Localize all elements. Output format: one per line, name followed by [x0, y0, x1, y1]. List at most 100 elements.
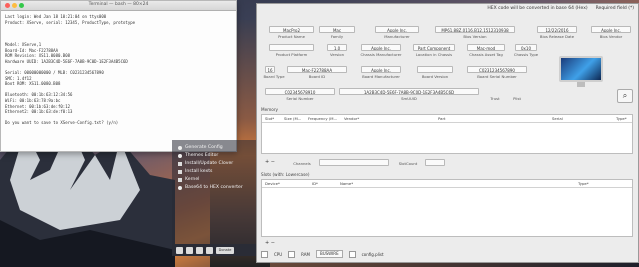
manufacturer-field[interactable]: Apple Inc.: [375, 26, 419, 33]
chassis-asset-label: Chassis Asset Tag: [469, 52, 503, 57]
terminal-line: Do you want to save to XServe-Config.txt…: [5, 120, 119, 126]
magnifier-icon[interactable]: ⌕: [617, 89, 633, 103]
tool-item-kernel[interactable]: Kernel: [178, 177, 199, 182]
smuuid-label: SmUUID: [401, 96, 417, 101]
family-label: Family: [330, 34, 344, 39]
slots-col-id[interactable]: ID*: [312, 181, 318, 186]
slots-section-title: Slots (with: Lowercase): [261, 172, 310, 177]
smuuid-field[interactable]: 1A2B3C4D-5E6F-7A8B-9C0D-1E2F3A4B5C6D: [339, 88, 479, 95]
slots-col-type[interactable]: Type*: [578, 181, 589, 186]
location-chassis-label: Location in Chassis: [415, 52, 453, 57]
version-label: Version: [330, 52, 344, 57]
terminal-title: Terminal — bash — 80×24: [88, 2, 149, 7]
chassis-type-label: Chassis Type: [513, 52, 539, 57]
slots-table-header: Device* ID* Name* Type*: [262, 180, 632, 188]
radio-icon: [178, 185, 182, 190]
checkbox-icon: [178, 169, 182, 174]
tool-item-install-kexts[interactable]: Install kexts: [178, 169, 212, 174]
chassis-asset-field[interactable]: Mac-mod: [467, 44, 505, 51]
bios-date-label: Bios Release Date: [539, 34, 575, 39]
memory-table[interactable]: Slot* Size (M... Frequency (M... Vendor*…: [261, 114, 633, 154]
required-note: Required field (*): [595, 6, 634, 11]
ram-checkbox[interactable]: [288, 250, 296, 258]
tool-list-panel: Generate Config Themes Editor Install/Up…: [172, 140, 256, 244]
terminal-titlebar[interactable]: Terminal — bash — 80×24: [1, 1, 236, 11]
serial-number-field[interactable]: C02345678910: [265, 88, 335, 95]
serial-number-label: Serial Number: [286, 96, 314, 101]
location-chassis-field[interactable]: Part Component: [413, 44, 455, 51]
terminal-output[interactable]: Last login: Wed Jan 18 10:21:04 on ttys0…: [1, 11, 236, 129]
tool-item-themes-editor[interactable]: Themes Editor: [178, 153, 218, 158]
slots-col-name[interactable]: Name*: [340, 181, 353, 186]
radio-icon: [178, 153, 182, 158]
smbios-editor-window: HEX code will be converted in base 64 (H…: [256, 3, 639, 263]
memory-col-serial[interactable]: Serial: [552, 116, 563, 121]
donate-button[interactable]: Donate: [216, 246, 234, 254]
memory-section-title: Memory: [261, 107, 279, 112]
memory-col-frequency[interactable]: Frequency (M...: [308, 116, 337, 121]
board-serial-label: Board Serial Number: [477, 74, 517, 79]
memory-col-size[interactable]: Size (M...: [284, 116, 301, 121]
radio-icon: [178, 145, 182, 150]
tool-bottom-bar: Donate: [172, 244, 256, 256]
config-label: config.plist: [361, 251, 384, 257]
chassis-manufacturer-field[interactable]: Apple Inc.: [361, 44, 401, 51]
product-platform-label: Product Platform: [275, 52, 308, 57]
board-type-field[interactable]: 16: [265, 66, 275, 73]
board-version-label: Board Version: [421, 74, 449, 79]
bios-version-label: Bios Version: [463, 34, 487, 39]
settings-icon[interactable]: [196, 246, 203, 254]
board-manufacturer-field[interactable]: Apple Inc.: [361, 66, 401, 73]
memory-col-type[interactable]: Type*: [616, 116, 627, 121]
bios-vendor-label: Bios Vendor: [599, 34, 623, 39]
terminal-window[interactable]: Terminal — bash — 80×24 Last login: Wed …: [0, 0, 237, 152]
channels-label: Channels: [293, 161, 311, 166]
editor-header: HEX code will be converted in base 64 (H…: [257, 4, 638, 13]
product-platform-field[interactable]: [269, 44, 314, 51]
cpu-checkbox[interactable]: [261, 250, 268, 258]
board-serial-field[interactable]: C0231234567890: [467, 66, 527, 73]
memory-col-vendor[interactable]: Vendor*: [344, 116, 359, 121]
slotcount-field[interactable]: [425, 159, 445, 166]
info-icon[interactable]: [206, 246, 213, 254]
board-manufacturer-label: Board Manufacturer: [362, 74, 400, 79]
config-checkbox[interactable]: [348, 250, 356, 258]
memory-col-part[interactable]: Part: [438, 116, 446, 121]
product-name-field[interactable]: MacPro2: [269, 26, 314, 33]
board-id-field[interactable]: Mac-F22788AA: [287, 66, 347, 73]
tool-item-install-clover[interactable]: Install/Update Clover: [178, 161, 233, 166]
board-version-field[interactable]: [417, 66, 453, 73]
manufacturer-label: Manufacturer: [384, 34, 410, 39]
memory-add-remove[interactable]: + −: [265, 159, 275, 165]
imac-icon: [559, 56, 603, 87]
channels-field[interactable]: [319, 159, 389, 166]
bios-version-field[interactable]: MP61.88Z.0116.B12.1512310938: [435, 26, 515, 33]
bottom-controls: CPU RAM BUSWIRE config.plist: [261, 250, 384, 258]
family-field[interactable]: Mac: [319, 26, 355, 33]
board-type-label: Board Type: [263, 74, 285, 79]
slots-col-device[interactable]: Device*: [265, 181, 280, 186]
slots-table[interactable]: Device* ID* Name* Type*: [261, 179, 633, 237]
tool-item-generate-config[interactable]: Generate Config: [178, 145, 223, 150]
version-field[interactable]: 1.0: [327, 44, 347, 51]
memory-table-header: Slot* Size (M... Frequency (M... Vendor*…: [262, 115, 632, 123]
book-icon[interactable]: [176, 246, 183, 254]
hex-notice: HEX code will be converted in base 64 (H…: [487, 6, 588, 11]
checkbox-icon: [178, 161, 182, 166]
trust-label: Trust: [490, 96, 500, 101]
memory-col-slot[interactable]: Slot*: [265, 116, 274, 121]
tool-item-base64-hex[interactable]: Base64 to HEX converter: [178, 185, 243, 190]
slotcount-label: SlotCount: [398, 161, 418, 166]
checkbox-icon: [178, 177, 182, 182]
ram-label: RAM: [301, 251, 310, 257]
cpu-label: CPU: [274, 251, 283, 257]
product-name-label: Product Name: [278, 34, 305, 39]
chassis-manufacturer-label: Chassis Manufacturer: [360, 52, 402, 57]
bus-select[interactable]: BUSWIRE: [315, 250, 343, 258]
plist-label: Plist: [513, 96, 521, 101]
share-icon[interactable]: [186, 246, 193, 254]
bios-date-field[interactable]: 12/22/2016: [537, 26, 577, 33]
slots-add-remove[interactable]: + −: [265, 240, 275, 246]
bios-vendor-field[interactable]: Apple Inc.: [591, 26, 631, 33]
chassis-type-field[interactable]: 0x10: [515, 44, 537, 51]
